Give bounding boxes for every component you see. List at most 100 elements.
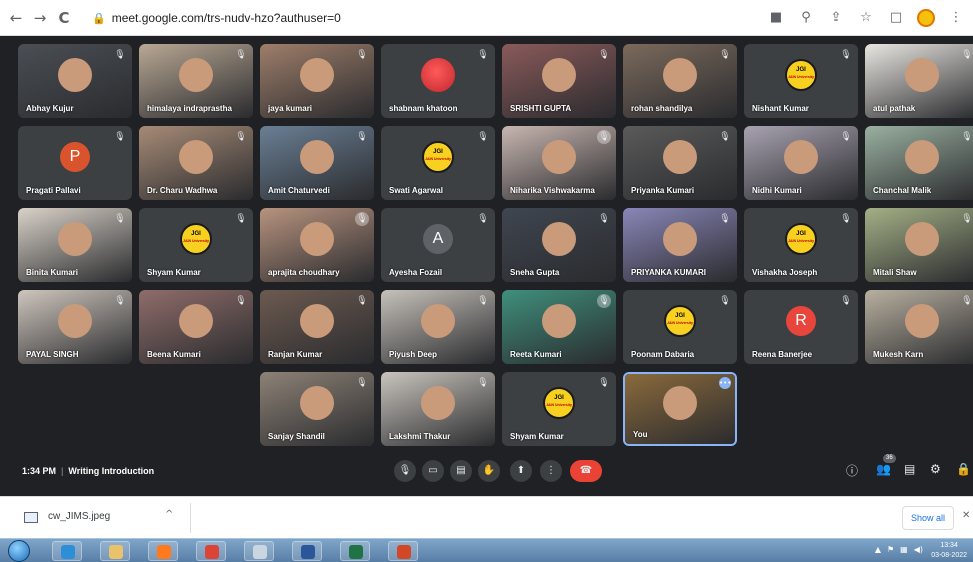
zoom-icon[interactable]: ⚲ bbox=[797, 8, 815, 28]
sidepanel-icon[interactable]: □ bbox=[887, 8, 905, 28]
participant-tile[interactable]: 🎙 rohan shandilya bbox=[623, 44, 737, 118]
bookmark-star-icon[interactable]: ☆ bbox=[857, 8, 875, 28]
camera-button[interactable]: ▭ bbox=[422, 460, 444, 482]
participant-tile[interactable]: 🎙 Dr. Charu Wadhwa bbox=[139, 126, 253, 200]
mic-muted-icon: 🎙 bbox=[114, 296, 126, 306]
participant-tile[interactable]: 🎙 shabnam khatoon bbox=[381, 44, 495, 118]
flag-icon[interactable]: ⚑ bbox=[887, 545, 894, 554]
browser-menu-icon[interactable]: ⋮ bbox=[947, 8, 965, 28]
download-file-name[interactable]: cw_JIMS.jpeg bbox=[48, 511, 110, 522]
participant-name: shabnam khatoon bbox=[389, 104, 458, 113]
taskbar-clock[interactable]: 13:34 03-08-2022 bbox=[931, 541, 967, 561]
participant-tile[interactable]: 🎙 Sanjay Shandil bbox=[260, 372, 374, 446]
participant-tile[interactable]: JGI JAIN University 🎙 Nishant Kumar bbox=[744, 44, 858, 118]
participant-tile[interactable]: 🎙 jaya kumari bbox=[260, 44, 374, 118]
participant-tile[interactable]: 🎙 Mitali Shaw bbox=[865, 208, 973, 282]
participant-tile[interactable]: 🎙 Piyush Deep bbox=[381, 290, 495, 364]
participant-face bbox=[663, 222, 697, 257]
participant-tile[interactable]: 🎙 PAYAL SINGH bbox=[18, 290, 132, 364]
more-options-button[interactable]: ⋮ bbox=[540, 460, 562, 482]
back-icon[interactable]: ← bbox=[6, 8, 26, 28]
participant-tile[interactable]: 🎙 Niharika Vishwakarma bbox=[502, 126, 616, 200]
address-bar[interactable]: 🔒 meet.google.com/trs-nudv-hzo?authuser=0 bbox=[92, 8, 341, 28]
participant-tile[interactable]: JGI JAIN University 🎙 Swati Agarwal bbox=[381, 126, 495, 200]
taskbar-app-word[interactable] bbox=[292, 541, 322, 561]
chevron-up-icon[interactable]: ^ bbox=[165, 509, 173, 520]
participant-tile[interactable]: 🎙 PRIYANKA KUMARI bbox=[623, 208, 737, 282]
taskbar-app-powerpoint[interactable] bbox=[388, 541, 418, 561]
jgi-logo: JGI JAIN University bbox=[422, 141, 454, 174]
participant-tile[interactable]: 🎙 Ranjan Kumar bbox=[260, 290, 374, 364]
participant-tile[interactable]: JGI JAIN University 🎙 Shyam Kumar bbox=[502, 372, 616, 446]
avatar bbox=[421, 58, 455, 93]
participant-tile[interactable]: 🎙 Sneha Gupta bbox=[502, 208, 616, 282]
raise-hand-button[interactable]: ✋ bbox=[478, 460, 500, 482]
start-button[interactable] bbox=[8, 540, 30, 562]
avatar: P bbox=[60, 142, 90, 173]
host-controls-button[interactable]: 🔒 bbox=[956, 462, 971, 476]
participant-tile[interactable]: 🎙 Nidhi Kumari bbox=[744, 126, 858, 200]
participant-tile[interactable]: 🎙 Beena Kumari bbox=[139, 290, 253, 364]
paint-icon bbox=[253, 545, 267, 559]
participant-tile[interactable]: 🎙 Mukesh Karn bbox=[865, 290, 973, 364]
participant-tile[interactable]: 🎙 Reeta Kumari bbox=[502, 290, 616, 364]
participant-name: Niharika Vishwakarma bbox=[510, 186, 595, 195]
profile-avatar[interactable] bbox=[917, 9, 935, 27]
mic-muted-icon: 🎙 bbox=[356, 50, 368, 60]
participant-tile[interactable]: JGI JAIN University 🎙 Shyam Kumar bbox=[139, 208, 253, 282]
participant-tile[interactable]: 🎙 Abhay Kujur bbox=[18, 44, 132, 118]
mic-muted-icon: 🎙 bbox=[840, 214, 852, 224]
activities-button[interactable]: ⚙ bbox=[930, 462, 941, 476]
mic-button[interactable]: 🎙 bbox=[394, 460, 416, 482]
end-call-button[interactable]: ☎ bbox=[570, 460, 602, 482]
mic-muted-icon: 🎙 bbox=[477, 50, 489, 60]
participant-tile[interactable]: 🎙 aprajita choudhary bbox=[260, 208, 374, 282]
tray-expand-icon[interactable]: ▲ bbox=[875, 545, 881, 554]
reload-icon[interactable]: C bbox=[54, 8, 74, 28]
powerpoint-icon bbox=[397, 545, 411, 559]
camera-blocked-icon[interactable]: ■ bbox=[767, 8, 785, 28]
taskbar-app-ie[interactable] bbox=[52, 541, 82, 561]
taskbar-app-chrome[interactable] bbox=[196, 541, 226, 561]
participant-tile[interactable]: ••• You bbox=[623, 372, 737, 446]
participant-tile[interactable]: 🎙 atul pathak bbox=[865, 44, 973, 118]
participant-tile[interactable]: JGI JAIN University 🎙 Poonam Dabaria bbox=[623, 290, 737, 364]
mic-muted-icon: 🎙 bbox=[477, 296, 489, 306]
participant-tile[interactable]: P 🎙 Pragati Pallavi bbox=[18, 126, 132, 200]
participant-tile[interactable]: R 🎙 Reena Banerjee bbox=[744, 290, 858, 364]
participant-tile[interactable]: JGI JAIN University 🎙 Vishakha Joseph bbox=[744, 208, 858, 282]
more-options-icon[interactable]: ••• bbox=[719, 377, 731, 389]
chat-button[interactable]: ▤ bbox=[904, 462, 915, 476]
participant-tile[interactable]: 🎙 Amit Chaturvedi bbox=[260, 126, 374, 200]
participant-tile[interactable]: 🎙 Binita Kumari bbox=[18, 208, 132, 282]
info-button[interactable]: ⓘ bbox=[846, 462, 858, 479]
close-icon[interactable]: ✕ bbox=[962, 510, 970, 521]
show-all-button[interactable]: Show all bbox=[902, 506, 954, 530]
forward-icon[interactable]: → bbox=[30, 8, 50, 28]
participant-name: Piyush Deep bbox=[389, 350, 438, 359]
participant-tile[interactable]: 🎙 Chanchal Malik bbox=[865, 126, 973, 200]
taskbar-app-firefox[interactable] bbox=[148, 541, 178, 561]
share-icon[interactable]: ⇪ bbox=[827, 8, 845, 28]
participant-face bbox=[905, 58, 939, 93]
participant-tile[interactable]: 🎙 Priyanka Kumari bbox=[623, 126, 737, 200]
people-button[interactable]: 👥 bbox=[876, 462, 891, 476]
participant-face bbox=[663, 386, 697, 421]
participant-tile[interactable]: 🎙 Lakshmi Thakur bbox=[381, 372, 495, 446]
captions-button[interactable]: ▤ bbox=[450, 460, 472, 482]
participant-face bbox=[542, 140, 576, 175]
host-controls-icon: 🔒 bbox=[956, 462, 971, 476]
taskbar-app-excel[interactable] bbox=[340, 541, 370, 561]
participant-face bbox=[300, 304, 334, 339]
volume-icon[interactable]: ◀) bbox=[914, 545, 923, 554]
participant-tile[interactable]: 🎙 SRISHTI GUPTA bbox=[502, 44, 616, 118]
taskbar-app-explorer[interactable] bbox=[100, 541, 130, 561]
participant-name: himalaya indraprastha bbox=[147, 104, 232, 113]
participant-tile[interactable]: 🎙 himalaya indraprastha bbox=[139, 44, 253, 118]
taskbar-app-paint[interactable] bbox=[244, 541, 274, 561]
participant-tile[interactable]: A 🎙 Ayesha Fozail bbox=[381, 208, 495, 282]
network-icon[interactable]: ▦ bbox=[900, 545, 908, 554]
participant-name: Shyam Kumar bbox=[147, 268, 201, 277]
present-button[interactable]: ⬆ bbox=[510, 460, 532, 482]
participant-name: Beena Kumari bbox=[147, 350, 201, 359]
